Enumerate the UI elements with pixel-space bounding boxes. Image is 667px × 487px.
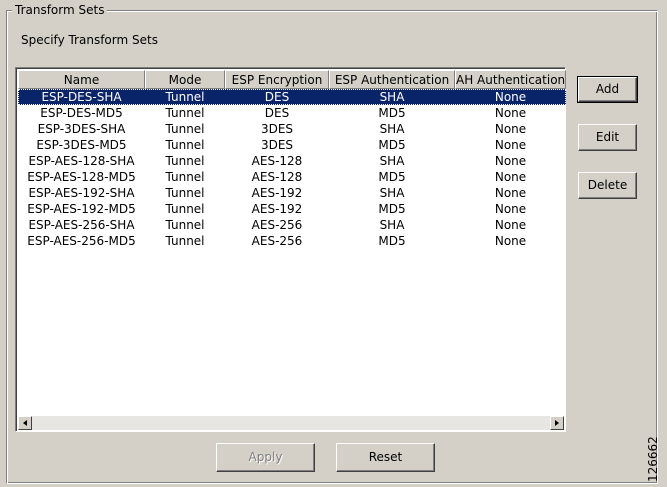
cell-name: ESP-AES-192-MD5: [27, 202, 136, 216]
cell-esp-encryption: AES-256: [251, 234, 303, 248]
cell-mode: Tunnel: [165, 154, 205, 168]
table-row[interactable]: ESP-AES-256-MD5 Tunnel AES-256 MD5 None: [18, 233, 566, 249]
table-row[interactable]: ESP-AES-192-MD5 Tunnel AES-192 MD5 None: [18, 201, 566, 217]
subtitle: Specify Transform Sets: [21, 33, 158, 47]
cell-esp-authentication: SHA: [379, 154, 405, 168]
cell-name: ESP-AES-256-SHA: [28, 218, 135, 232]
table-row[interactable]: ESP-AES-256-SHA Tunnel AES-256 SHA None: [18, 217, 566, 233]
table-row[interactable]: ESP-DES-SHA Tunnel DES SHA None: [18, 89, 566, 105]
cell-esp-authentication: MD5: [378, 234, 406, 248]
add-button[interactable]: Add: [577, 76, 638, 103]
column-header-name[interactable]: Name: [18, 70, 145, 89]
cell-esp-encryption: AES-128: [251, 170, 303, 184]
cell-name: ESP-AES-256-MD5: [27, 234, 136, 248]
cell-mode: Tunnel: [165, 202, 205, 216]
column-header-esp-encryption[interactable]: ESP Encryption: [225, 70, 329, 89]
cell-ah-authentication: None: [494, 186, 527, 200]
cell-name: ESP-3DES-SHA: [37, 122, 126, 136]
cell-esp-authentication: SHA: [379, 122, 405, 136]
transform-sets-table[interactable]: Name Mode ESP Encryption ESP Authenticat…: [15, 67, 566, 432]
cell-esp-encryption: AES-128: [251, 154, 303, 168]
table-row[interactable]: ESP-AES-192-SHA Tunnel AES-192 SHA None: [18, 185, 566, 201]
cell-esp-authentication: MD5: [378, 202, 406, 216]
horizontal-scrollbar[interactable]: [18, 416, 564, 430]
cell-esp-authentication: SHA: [379, 90, 405, 104]
cell-mode: Tunnel: [165, 122, 205, 136]
cell-name: ESP-AES-128-MD5: [27, 170, 136, 184]
edit-button[interactable]: Edit: [578, 124, 637, 151]
scroll-track[interactable]: [32, 416, 550, 430]
cell-ah-authentication: None: [494, 154, 527, 168]
cell-ah-authentication: None: [494, 202, 527, 216]
cell-esp-encryption: DES: [264, 106, 290, 120]
cell-name: ESP-3DES-MD5: [36, 138, 127, 152]
cell-name: ESP-AES-128-SHA: [28, 154, 135, 168]
cell-ah-authentication: None: [494, 138, 527, 152]
figure-id: 126662: [646, 436, 660, 482]
cell-mode: Tunnel: [165, 170, 205, 184]
cell-esp-encryption: AES-192: [251, 186, 303, 200]
table-header: Name Mode ESP Encryption ESP Authenticat…: [18, 70, 566, 89]
cell-esp-authentication: MD5: [378, 170, 406, 184]
arrow-left-icon[interactable]: [18, 416, 32, 430]
cell-ah-authentication: None: [494, 122, 527, 136]
cell-name: ESP-AES-192-SHA: [28, 186, 135, 200]
column-header-esp-authentication[interactable]: ESP Authentication: [329, 70, 455, 89]
group-title: Transform Sets: [12, 2, 108, 18]
cell-esp-authentication: SHA: [379, 218, 405, 232]
table-row[interactable]: ESP-AES-128-MD5 Tunnel AES-128 MD5 None: [18, 169, 566, 185]
table-row[interactable]: ESP-3DES-SHA Tunnel 3DES SHA None: [18, 121, 566, 137]
delete-button[interactable]: Delete: [578, 172, 637, 199]
cell-ah-authentication: None: [494, 218, 527, 232]
table-body: ESP-DES-SHA Tunnel DES SHA None ESP-DES-MD5 Tu…: [18, 89, 566, 249]
cell-mode: Tunnel: [165, 106, 205, 120]
cell-mode: Tunnel: [165, 138, 205, 152]
cell-esp-authentication: SHA: [379, 186, 405, 200]
cell-ah-authentication: None: [494, 106, 527, 120]
apply-button[interactable]: Apply: [216, 443, 315, 472]
cell-esp-encryption: AES-192: [251, 202, 303, 216]
table-row[interactable]: ESP-3DES-MD5 Tunnel 3DES MD5 None: [18, 137, 566, 153]
cell-ah-authentication: None: [494, 234, 527, 248]
cell-esp-encryption: 3DES: [260, 138, 294, 152]
cell-name: ESP-DES-MD5: [40, 106, 123, 120]
cell-mode: Tunnel: [165, 218, 205, 232]
cell-esp-authentication: MD5: [378, 138, 406, 152]
column-header-mode[interactable]: Mode: [145, 70, 225, 89]
reset-button[interactable]: Reset: [336, 443, 435, 472]
column-header-ah-authentication[interactable]: AH Authentication: [455, 70, 566, 89]
cell-esp-encryption: DES: [264, 90, 290, 104]
cell-name: ESP-DES-SHA: [41, 90, 122, 104]
table-row[interactable]: ESP-DES-MD5 Tunnel DES MD5 None: [18, 105, 566, 121]
cell-ah-authentication: None: [494, 170, 527, 184]
cell-esp-authentication: MD5: [378, 106, 406, 120]
table-row[interactable]: ESP-AES-128-SHA Tunnel AES-128 SHA None: [18, 153, 566, 169]
cell-mode: Tunnel: [165, 90, 205, 104]
arrow-right-icon[interactable]: [550, 416, 564, 430]
cell-mode: Tunnel: [165, 234, 205, 248]
cell-esp-encryption: 3DES: [260, 122, 294, 136]
cell-esp-encryption: AES-256: [251, 218, 303, 232]
cell-mode: Tunnel: [165, 186, 205, 200]
cell-ah-authentication: None: [494, 90, 527, 104]
